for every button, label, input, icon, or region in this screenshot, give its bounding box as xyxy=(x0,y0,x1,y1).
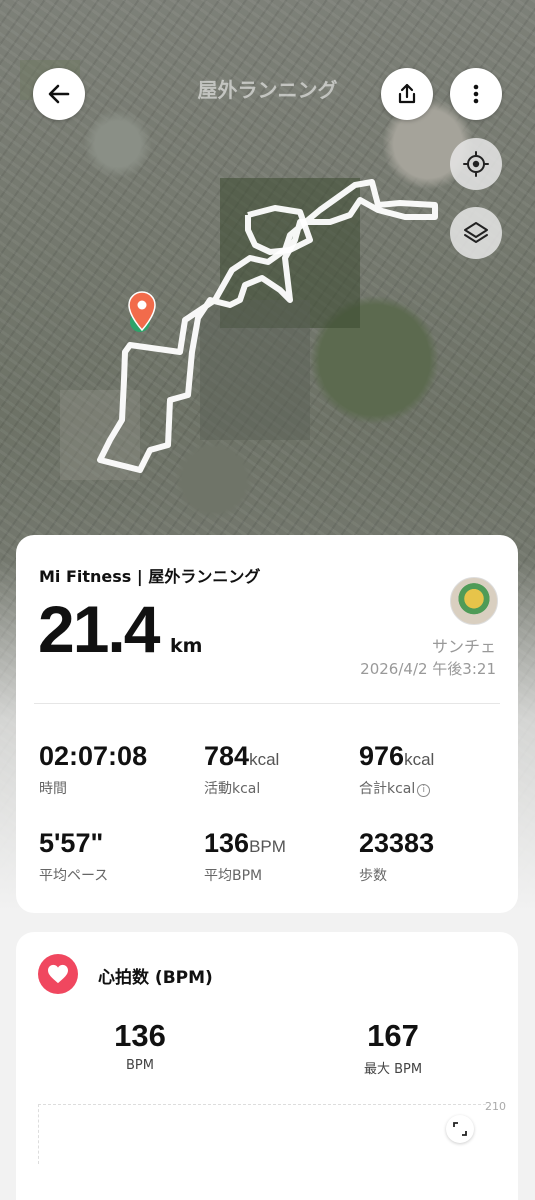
stat-label: 平均ペース xyxy=(39,868,109,884)
avatar[interactable] xyxy=(450,577,498,625)
divider xyxy=(34,703,500,704)
stat-unit: BPM xyxy=(249,837,286,856)
stat-value: 136 xyxy=(204,828,250,858)
max-heart-rate-label: 最大 BPM xyxy=(363,1062,423,1077)
stat-label: 合計kcal xyxy=(359,781,416,797)
workout-summary-card: Mi Fitness | 屋外ランニング 21.4 km サンチェ 2026/4… xyxy=(16,535,518,913)
distance-value: 21.4 xyxy=(38,592,160,666)
heart-rate-chart[interactable] xyxy=(38,1104,486,1164)
stat-label: 活動kcal xyxy=(204,781,261,797)
info-icon[interactable]: i xyxy=(417,784,431,797)
map-layers-button[interactable] xyxy=(450,207,502,259)
stat-active-calories: 784kcal 活動kcal xyxy=(204,741,279,798)
stat-avg-pace: 5'57" 平均ペース xyxy=(39,828,108,885)
share-button[interactable] xyxy=(381,68,433,120)
stat-value: 976 xyxy=(359,741,405,771)
max-heart-rate-value: 167 xyxy=(367,1018,419,1053)
locate-button[interactable] xyxy=(450,138,502,190)
avg-heart-rate-value: 136 xyxy=(114,1018,166,1053)
stat-unit: kcal xyxy=(249,750,280,769)
map-pin-icon xyxy=(128,291,156,332)
running-route xyxy=(97,179,438,473)
stat-label: 時間 xyxy=(39,781,67,797)
workout-source-label: Mi Fitness | 屋外ランニング xyxy=(39,567,261,586)
more-options-button[interactable] xyxy=(450,68,502,120)
layers-icon xyxy=(464,222,488,243)
stat-total-calories: 976kcal 合計kcal i xyxy=(359,741,434,798)
locate-icon xyxy=(463,151,489,177)
back-arrow-icon xyxy=(48,84,70,104)
distance-unit: km xyxy=(170,635,203,657)
stat-steps: 23383 歩数 xyxy=(359,828,434,885)
avg-heart-rate-label: BPM xyxy=(126,1058,154,1073)
avg-heart-rate: 136 BPM xyxy=(60,1018,220,1073)
heart-rate-card[interactable]: 心拍数 (BPM) 136 BPM 167 最大 BPM 210 xyxy=(16,932,518,1200)
heart-icon xyxy=(38,954,78,994)
heart-rate-title: 心拍数 (BPM) xyxy=(98,968,213,988)
expand-icon[interactable] xyxy=(446,1115,474,1143)
stat-value: 784 xyxy=(204,741,250,771)
share-icon xyxy=(398,83,416,104)
stat-label: 平均BPM xyxy=(204,868,263,884)
stat-value: 23383 xyxy=(359,828,435,858)
stat-label: 歩数 xyxy=(359,868,387,884)
stat-duration: 02:07:08 時間 xyxy=(39,741,147,798)
stat-avg-heart-rate: 136BPM 平均BPM xyxy=(204,828,286,885)
more-vertical-icon xyxy=(473,84,479,104)
workout-datetime: 2026/4/2 午後3:21 xyxy=(360,660,496,678)
stat-value: 5'57" xyxy=(39,828,104,858)
stat-unit: kcal xyxy=(404,750,435,769)
user-name: サンチェ xyxy=(431,637,496,656)
max-heart-rate: 167 最大 BPM xyxy=(313,1018,473,1077)
stat-value: 02:07:08 xyxy=(39,741,148,771)
chart-max-label: 210 xyxy=(485,1100,506,1113)
back-button[interactable] xyxy=(33,68,85,120)
